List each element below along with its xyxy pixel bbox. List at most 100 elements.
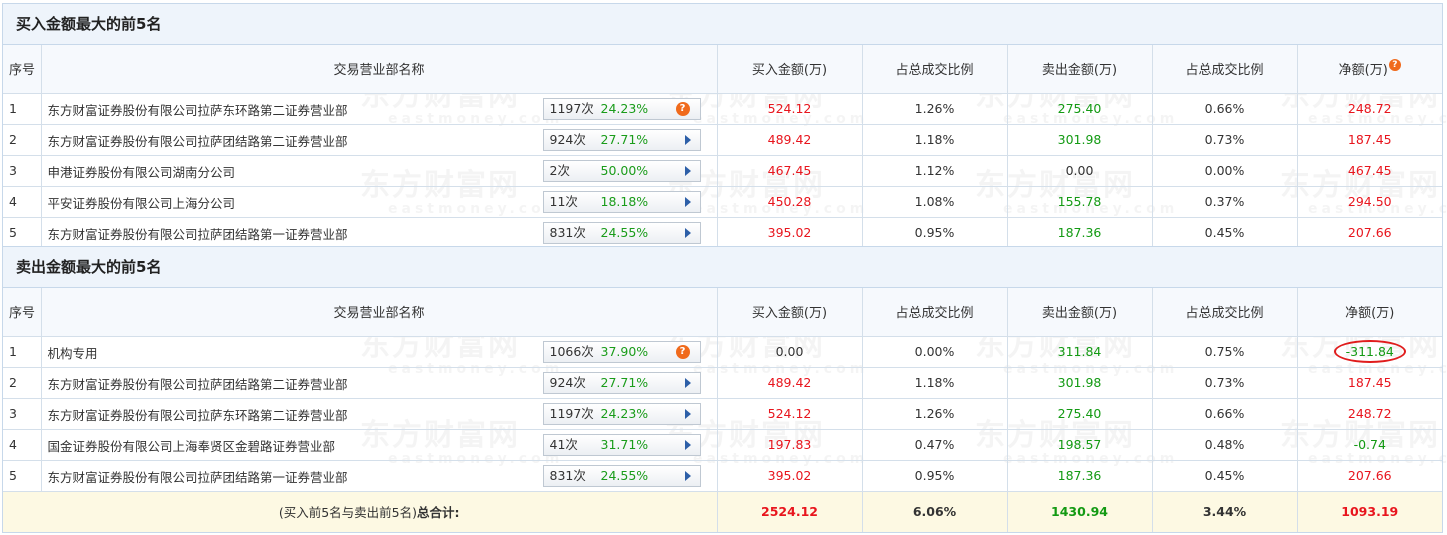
appearance-count: 831次 [549,224,586,240]
broker-name-link[interactable]: 东方财富证券股份有限公司拉萨团结路第一证券营业部 [48,467,348,486]
row-index: 1 [3,93,42,125]
sell-amount: 198.57 [1007,429,1153,461]
arrow-right-icon[interactable] [684,134,691,145]
table-row: 3 申港证券股份有限公司湖南分公司 2次 50.00% 467.45 1.12% 0.00 0… [3,155,1442,187]
net-value: -311.84 [1345,344,1394,359]
broker-stats-button[interactable]: 2次 50.00% [542,159,701,182]
net-amount: 467.45 [1297,155,1442,187]
sell-amount: 275.40 [1007,93,1153,125]
table-row: 4 国金证券股份有限公司上海奉贤区金碧路证券营业部 41次 31.71% 197.83 0… [3,429,1442,461]
broker-cell: 平安证券股份有限公司上海分公司 11次 18.18% [41,186,718,218]
appearance-count: 831次 [549,467,586,483]
broker-stats-button[interactable]: 924次 27.71% [542,371,701,394]
sell-ratio: 0.73% [1152,124,1298,156]
sell-ratio: 0.48% [1152,429,1298,461]
arrow-right-icon[interactable] [684,439,691,450]
buy-ratio: 1.18% [862,124,1008,156]
col-header-sell-ratio: 占总成交比例 [1152,288,1298,337]
broker-name-link[interactable]: 平安证券股份有限公司上海分公司 [48,193,236,212]
total-label-prefix: (买入前5名与卖出前5名) [278,505,417,521]
broker-cell: 机构专用 1066次 37.90%? [41,336,718,368]
arrow-right-icon[interactable] [684,470,691,481]
buy-ratio: 0.95% [862,217,1008,248]
question-icon[interactable]: ? [675,344,690,359]
broker-stats-button[interactable]: 1066次 37.90%? [542,340,701,363]
broker-stats-button[interactable]: 41次 31.71% [542,433,701,456]
table-header-row: 序号 交易营业部名称 买入金额(万) 占总成交比例 卖出金额(万) 占总成交比例… [3,45,1442,94]
buy-top5-table: 序号 交易营业部名称 买入金额(万) 占总成交比例 卖出金额(万) 占总成交比例… [3,45,1442,248]
broker-name-link[interactable]: 东方财富证券股份有限公司拉萨东环路第二证券营业部 [48,405,348,424]
sell-amount: 155.78 [1007,186,1153,218]
sell-amount: 301.98 [1007,124,1153,156]
net-amount: 248.72 [1297,398,1442,430]
net-amount: -311.84 [1297,336,1442,368]
section-title: 买入金额最大的前5名 [3,4,1442,45]
arrow-right-icon[interactable] [684,196,691,207]
sell-amount: 275.40 [1007,398,1153,430]
col-header-sell: 卖出金额(万) [1007,45,1153,94]
buy-amount: 197.83 [717,429,863,461]
row-index: 1 [3,336,42,368]
sell-ratio: 0.45% [1152,460,1298,492]
appearance-count: 2次 [549,162,570,178]
col-header-buy: 买入金额(万) [717,288,863,337]
col-header-buy: 买入金额(万) [717,45,863,94]
col-header-name: 交易营业部名称 [41,288,718,337]
broker-name-link[interactable]: 东方财富证券股份有限公司拉萨团结路第二证券营业部 [48,131,348,150]
arrow-right-icon[interactable] [684,408,691,419]
broker-stats-button[interactable]: 831次 24.55% [542,221,701,244]
table-row: 1 机构专用 1066次 37.90%? 0.00 0.00% 311.84 0.75% -31… [3,336,1442,368]
help-question-icon[interactable]: ? [1388,59,1401,72]
net-amount: 187.45 [1297,124,1442,156]
table-row: 2 东方财富证券股份有限公司拉萨团结路第二证券营业部 924次 27.71% 489.4… [3,367,1442,399]
broker-name-link[interactable]: 申港证券股份有限公司湖南分公司 [48,162,236,181]
appearance-count: 1197次 [549,100,594,116]
sell-amount: 187.36 [1007,217,1153,248]
broker-name-link[interactable]: 东方财富证券股份有限公司拉萨团结路第二证券营业部 [48,374,348,393]
broker-name-link[interactable]: 国金证券股份有限公司上海奉贤区金碧路证券营业部 [48,436,336,455]
broker-cell: 国金证券股份有限公司上海奉贤区金碧路证券营业部 41次 31.71% [41,429,718,461]
question-icon[interactable]: ? [675,101,690,116]
arrow-right-icon[interactable] [684,227,691,238]
net-amount: 207.66 [1347,225,1392,241]
broker-stats-button[interactable]: 1197次 24.23% [542,402,701,425]
arrow-right-icon[interactable] [684,377,691,388]
appearance-count: 1066次 [549,343,594,359]
win-rate: 24.55% [600,467,649,483]
table-row: 5 东方财富证券股份有限公司拉萨团结路第一证券营业部 831次 24.55% 395.0… [3,217,1442,248]
broker-stats-button[interactable]: 11次 18.18% [542,190,701,213]
broker-stats-button[interactable]: 1197次 24.23%? [542,97,701,120]
arrow-right-icon[interactable] [684,165,691,176]
buy-ratio: 1.12% [862,155,1008,187]
broker-stats-button[interactable]: 831次 24.55% [542,464,701,487]
buy-amount: 467.45 [717,155,863,187]
total-buy-ratio: 6.06% [862,491,1008,532]
table-row: 1 东方财富证券股份有限公司拉萨东环路第二证券营业部 1197次 24.23%? 524… [3,93,1442,125]
row-index: 3 [3,398,42,430]
col-header-buy-ratio: 占总成交比例 [862,288,1008,337]
col-header-net: 净额(万)? [1297,45,1442,94]
sell-amount: 0.00 [1007,155,1153,187]
buy-ratio: 1.08% [862,186,1008,218]
buy-amount: 489.42 [717,124,863,156]
win-rate: 27.71% [600,131,649,147]
buy-ratio: 1.18% [862,367,1008,399]
net-amount: 248.72 [1297,93,1442,125]
broker-stats-button[interactable]: 924次 27.71% [542,128,701,151]
appearance-count: 41次 [549,436,578,452]
sell-top5-section: 卖出金额最大的前5名 序号 交易营业部名称 买入金额(万) 占总成交比例 卖出金… [2,246,1443,533]
total-sell-ratio: 3.44% [1152,491,1298,532]
total-net: 1093.19 [1297,491,1442,532]
sell-ratio: 0.73% [1152,367,1298,399]
win-rate: 37.90% [600,343,649,359]
win-rate: 27.71% [600,374,649,390]
broker-name-link[interactable]: 东方财富证券股份有限公司拉萨东环路第二证券营业部 [48,100,348,119]
broker-name-link[interactable]: 东方财富证券股份有限公司拉萨团结路第一证券营业部 [48,224,348,243]
total-buy: 2524.12 [717,491,863,532]
win-rate: 18.18% [600,193,649,209]
col-header-idx: 序号 [3,288,42,337]
broker-name-link[interactable]: 机构专用 [48,343,98,362]
broker-cell: 东方财富证券股份有限公司拉萨团结路第二证券营业部 924次 27.71% [41,124,718,156]
sell-ratio: 0.45% [1152,217,1298,248]
broker-cell: 申港证券股份有限公司湖南分公司 2次 50.00% [41,155,718,187]
